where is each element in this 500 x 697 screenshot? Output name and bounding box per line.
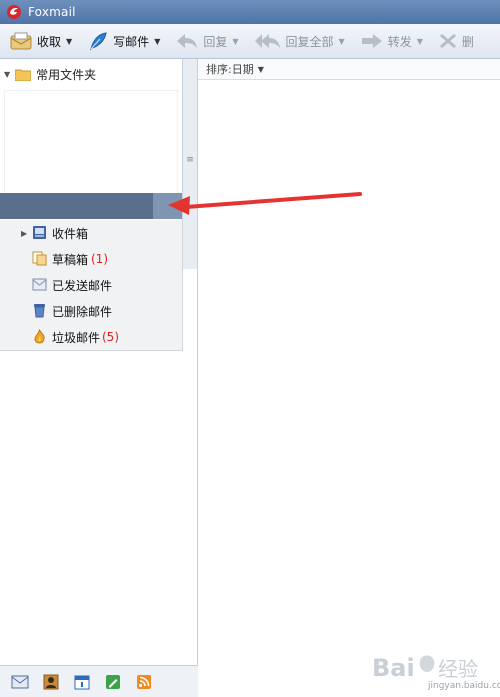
bottom-navigation	[0, 665, 198, 697]
common-folders-header[interactable]: ▼ 常用文件夹	[4, 66, 96, 83]
foxmail-logo-icon	[7, 5, 21, 19]
window-title: Foxmail	[28, 5, 76, 19]
rss-icon	[137, 674, 151, 689]
folder-item-inbox[interactable]: ▶ 收件箱	[0, 220, 182, 246]
selected-row-highlight[interactable]	[153, 193, 182, 219]
forward-arrow-icon	[361, 34, 382, 48]
collapse-triangle-icon[interactable]: ▼	[4, 70, 10, 79]
scroll-grip-icon[interactable]: ≡	[186, 155, 194, 165]
reply-button[interactable]: 回复 ▼	[170, 27, 244, 55]
toolbar: 收取 ▼ 写邮件 ▼ 回复 ▼ 回复全部 ▼ 转发 ▼ 删	[0, 24, 500, 59]
vertical-scrollbar[interactable]: ≡	[182, 59, 197, 269]
contacts-icon	[43, 674, 59, 689]
nav-rss[interactable]	[133, 672, 155, 692]
folder-pane: ▼ 常用文件夹 ≡ ▶ 收件箱 草稿箱 (1) 已发送邮件 已删除邮件 垃圾邮件…	[0, 59, 198, 665]
folder-item-drafts[interactable]: 草稿箱 (1)	[0, 246, 182, 272]
folder-menu: ▶ 收件箱 草稿箱 (1) 已发送邮件 已删除邮件 垃圾邮件 (5)	[0, 220, 183, 351]
reply-arrow-icon	[177, 34, 198, 48]
sort-bar[interactable]: 排序:日期 ▼	[198, 59, 500, 80]
folder-icon	[15, 69, 32, 81]
receive-label: 收取	[37, 34, 62, 49]
title-bar: Foxmail	[0, 0, 500, 24]
inbox-envelope-icon	[10, 32, 32, 50]
folder-label-deleted: 已删除邮件	[52, 304, 113, 319]
svg-text:Bai: Bai	[372, 654, 415, 682]
drafts-icon	[32, 251, 47, 266]
trash-icon	[34, 304, 45, 318]
delete-icon	[439, 33, 456, 49]
feather-pen-icon	[90, 32, 107, 51]
notes-icon	[106, 674, 120, 689]
receive-dropdown-icon[interactable]: ▼	[66, 37, 72, 46]
svg-text:经验: 经验	[438, 657, 478, 681]
junk-count: (5)	[102, 330, 119, 344]
folder-label-drafts: 草稿箱	[52, 252, 89, 267]
mail-icon	[11, 675, 29, 688]
nav-contacts[interactable]	[40, 672, 62, 692]
compose-button[interactable]: 写邮件 ▼	[82, 27, 166, 55]
folder-label-junk: 垃圾邮件	[52, 330, 101, 345]
delete-button[interactable]: 删	[433, 27, 480, 55]
nav-calendar[interactable]	[71, 672, 93, 692]
receive-button[interactable]: 收取 ▼	[4, 27, 78, 55]
delete-label: 删	[461, 34, 474, 49]
reply-all-button[interactable]: 回复全部 ▼	[249, 27, 351, 55]
forward-dropdown-icon[interactable]: ▼	[417, 37, 423, 46]
message-list-pane: 排序:日期 ▼	[198, 59, 500, 696]
compose-dropdown-icon[interactable]: ▼	[154, 37, 160, 46]
reply-all-dropdown-icon[interactable]: ▼	[339, 37, 345, 46]
folder-item-junk[interactable]: 垃圾邮件 (5)	[0, 324, 182, 350]
folder-item-deleted[interactable]: 已删除邮件	[0, 298, 182, 324]
folder-item-sent[interactable]: 已发送邮件	[0, 272, 182, 298]
reply-dropdown-icon[interactable]: ▼	[232, 37, 238, 46]
selected-row-strip[interactable]	[0, 193, 182, 219]
reply-all-icon	[254, 34, 280, 48]
expand-triangle-icon[interactable]: ▶	[21, 229, 27, 238]
common-folders-label: 常用文件夹	[36, 68, 97, 82]
drafts-count: (1)	[91, 252, 108, 266]
sort-dropdown-icon[interactable]: ▼	[258, 65, 264, 74]
sort-label[interactable]: 排序:日期	[206, 61, 254, 77]
compose-label: 写邮件	[113, 34, 150, 49]
reply-label: 回复	[203, 34, 228, 49]
forward-label: 转发	[387, 34, 412, 49]
forward-button[interactable]: 转发 ▼	[355, 27, 429, 55]
nav-mail[interactable]	[9, 672, 31, 692]
folder-label-sent: 已发送邮件	[52, 278, 113, 293]
folder-label-inbox: 收件箱	[52, 226, 89, 241]
inbox-icon	[33, 226, 46, 239]
junk-icon	[34, 329, 45, 344]
nav-notes[interactable]	[102, 672, 124, 692]
sent-icon	[32, 278, 47, 291]
reply-all-label: 回复全部	[285, 34, 334, 49]
calendar-icon	[74, 675, 90, 689]
watermark-subtext: jingyan.baidu.com	[428, 681, 500, 691]
